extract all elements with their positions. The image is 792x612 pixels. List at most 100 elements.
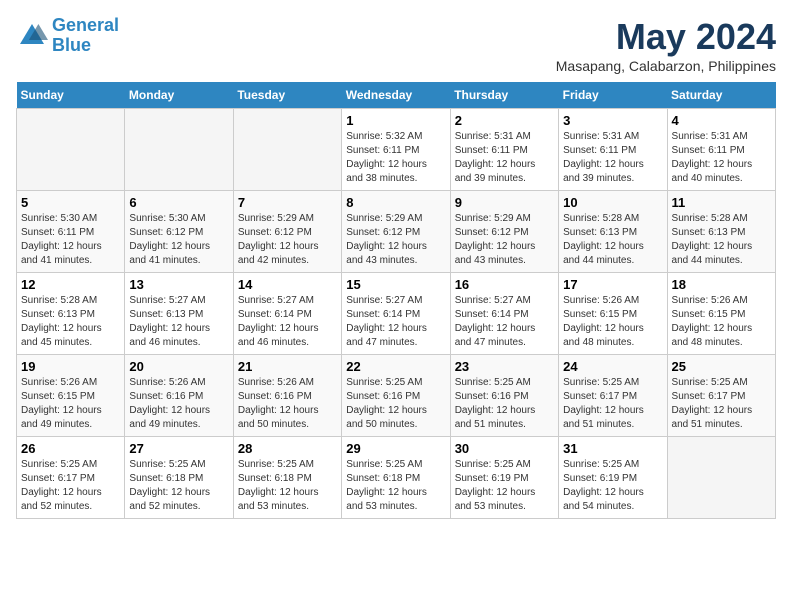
weekday-header: Tuesday xyxy=(233,82,341,109)
calendar-day-cell: 19Sunrise: 5:26 AMSunset: 6:15 PMDayligh… xyxy=(17,355,125,437)
day-info: Sunrise: 5:27 AMSunset: 6:14 PMDaylight:… xyxy=(455,294,554,350)
weekday-header-row: SundayMondayTuesdayWednesdayThursdayFrid… xyxy=(17,82,776,109)
day-number: 7 xyxy=(238,195,337,210)
day-info: Sunrise: 5:25 AMSunset: 6:17 PMDaylight:… xyxy=(672,376,771,432)
day-info: Sunrise: 5:25 AMSunset: 6:18 PMDaylight:… xyxy=(129,458,228,514)
day-info: Sunrise: 5:26 AMSunset: 6:15 PMDaylight:… xyxy=(672,294,771,350)
calendar-day-cell: 3 Sunrise: 5:31 AMSunset: 6:11 PMDaylight… xyxy=(559,109,667,191)
weekday-header: Thursday xyxy=(450,82,558,109)
calendar-day-cell: 22 Sunrise: 5:25 AMSunset: 6:16 PMDayligh… xyxy=(342,355,450,437)
calendar-day-cell: 18 Sunrise: 5:26 AMSunset: 6:15 PMDayligh… xyxy=(667,273,775,355)
calendar-day-cell: 29Sunrise: 5:25 AMSunset: 6:18 PMDayligh… xyxy=(342,437,450,519)
calendar-week-row: 12Sunrise: 5:28 AMSunset: 6:13 PMDayligh… xyxy=(17,273,776,355)
calendar-day-cell: 5 Sunrise: 5:30 AMSunset: 6:11 PMDaylight… xyxy=(17,191,125,273)
calendar-week-row: 1 Sunrise: 5:32 AMSunset: 6:11 PMDaylight… xyxy=(17,109,776,191)
weekday-header: Friday xyxy=(559,82,667,109)
day-number: 13 xyxy=(129,277,228,292)
day-info: Sunrise: 5:30 AMSunset: 6:12 PMDaylight:… xyxy=(129,212,228,268)
calendar-day-cell: 4 Sunrise: 5:31 AMSunset: 6:11 PMDaylight… xyxy=(667,109,775,191)
day-number: 11 xyxy=(672,195,771,210)
day-info: Sunrise: 5:25 AMSunset: 6:17 PMDaylight:… xyxy=(21,458,120,514)
day-number: 1 xyxy=(346,113,445,128)
title-area: May 2024 Masapang, Calabarzon, Philippin… xyxy=(556,16,776,74)
calendar-day-cell: 13 Sunrise: 5:27 AMSunset: 6:13 PMDayligh… xyxy=(125,273,233,355)
day-info: Sunrise: 5:28 AMSunset: 6:13 PMDaylight:… xyxy=(563,212,662,268)
calendar-day-cell: 25 Sunrise: 5:25 AMSunset: 6:17 PMDayligh… xyxy=(667,355,775,437)
calendar-day-cell: 23 Sunrise: 5:25 AMSunset: 6:16 PMDayligh… xyxy=(450,355,558,437)
day-number: 27 xyxy=(129,441,228,456)
day-number: 3 xyxy=(563,113,662,128)
day-number: 4 xyxy=(672,113,771,128)
day-number: 25 xyxy=(672,359,771,374)
location: Masapang, Calabarzon, Philippines xyxy=(556,58,776,74)
calendar-day-cell: 31 Sunrise: 5:25 AMSunset: 6:19 PMDayligh… xyxy=(559,437,667,519)
day-number: 14 xyxy=(238,277,337,292)
calendar-day-cell: 24 Sunrise: 5:25 AMSunset: 6:17 PMDayligh… xyxy=(559,355,667,437)
weekday-header: Monday xyxy=(125,82,233,109)
calendar-day-cell: 12Sunrise: 5:28 AMSunset: 6:13 PMDayligh… xyxy=(17,273,125,355)
logo-icon xyxy=(16,20,48,52)
calendar-day-cell: 30Sunrise: 5:25 AMSunset: 6:19 PMDayligh… xyxy=(450,437,558,519)
day-info: Sunrise: 5:27 AMSunset: 6:14 PMDaylight:… xyxy=(238,294,337,350)
calendar-day-cell xyxy=(667,437,775,519)
day-info: Sunrise: 5:27 AMSunset: 6:13 PMDaylight:… xyxy=(129,294,228,350)
day-number: 20 xyxy=(129,359,228,374)
day-number: 30 xyxy=(455,441,554,456)
day-number: 29 xyxy=(346,441,445,456)
day-info: Sunrise: 5:32 AMSunset: 6:11 PMDaylight:… xyxy=(346,130,445,186)
day-info: Sunrise: 5:25 AMSunset: 6:18 PMDaylight:… xyxy=(238,458,337,514)
day-info: Sunrise: 5:28 AMSunset: 6:13 PMDaylight:… xyxy=(672,212,771,268)
weekday-header: Saturday xyxy=(667,82,775,109)
day-info: Sunrise: 5:25 AMSunset: 6:16 PMDaylight:… xyxy=(346,376,445,432)
logo-text: General Blue xyxy=(52,16,119,56)
day-number: 23 xyxy=(455,359,554,374)
day-number: 5 xyxy=(21,195,120,210)
day-info: Sunrise: 5:25 AMSunset: 6:19 PMDaylight:… xyxy=(563,458,662,514)
calendar-day-cell: 10 Sunrise: 5:28 AMSunset: 6:13 PMDayligh… xyxy=(559,191,667,273)
day-info: Sunrise: 5:26 AMSunset: 6:16 PMDaylight:… xyxy=(238,376,337,432)
calendar-week-row: 5 Sunrise: 5:30 AMSunset: 6:11 PMDaylight… xyxy=(17,191,776,273)
page-header: General Blue May 2024 Masapang, Calabarz… xyxy=(16,16,776,74)
day-number: 12 xyxy=(21,277,120,292)
day-info: Sunrise: 5:29 AMSunset: 6:12 PMDaylight:… xyxy=(346,212,445,268)
calendar-day-cell: 15 Sunrise: 5:27 AMSunset: 6:14 PMDayligh… xyxy=(342,273,450,355)
calendar-day-cell: 17 Sunrise: 5:26 AMSunset: 6:15 PMDayligh… xyxy=(559,273,667,355)
day-number: 16 xyxy=(455,277,554,292)
day-info: Sunrise: 5:27 AMSunset: 6:14 PMDaylight:… xyxy=(346,294,445,350)
day-info: Sunrise: 5:25 AMSunset: 6:16 PMDaylight:… xyxy=(455,376,554,432)
calendar-day-cell: 9Sunrise: 5:29 AMSunset: 6:12 PMDaylight… xyxy=(450,191,558,273)
day-number: 17 xyxy=(563,277,662,292)
day-number: 24 xyxy=(563,359,662,374)
calendar-day-cell: 6 Sunrise: 5:30 AMSunset: 6:12 PMDaylight… xyxy=(125,191,233,273)
day-info: Sunrise: 5:26 AMSunset: 6:15 PMDaylight:… xyxy=(563,294,662,350)
day-number: 6 xyxy=(129,195,228,210)
day-number: 26 xyxy=(21,441,120,456)
calendar-day-cell xyxy=(125,109,233,191)
day-number: 10 xyxy=(563,195,662,210)
day-info: Sunrise: 5:31 AMSunset: 6:11 PMDaylight:… xyxy=(672,130,771,186)
day-info: Sunrise: 5:25 AMSunset: 6:17 PMDaylight:… xyxy=(563,376,662,432)
calendar-week-row: 19Sunrise: 5:26 AMSunset: 6:15 PMDayligh… xyxy=(17,355,776,437)
day-info: Sunrise: 5:26 AMSunset: 6:15 PMDaylight:… xyxy=(21,376,120,432)
day-number: 31 xyxy=(563,441,662,456)
calendar-day-cell: 2Sunrise: 5:31 AMSunset: 6:11 PMDaylight… xyxy=(450,109,558,191)
day-info: Sunrise: 5:30 AMSunset: 6:11 PMDaylight:… xyxy=(21,212,120,268)
calendar-day-cell: 26 Sunrise: 5:25 AMSunset: 6:17 PMDayligh… xyxy=(17,437,125,519)
calendar-day-cell: 7Sunrise: 5:29 AMSunset: 6:12 PMDaylight… xyxy=(233,191,341,273)
day-number: 15 xyxy=(346,277,445,292)
weekday-header: Sunday xyxy=(17,82,125,109)
day-number: 18 xyxy=(672,277,771,292)
logo: General Blue xyxy=(16,16,119,56)
calendar-day-cell: 14 Sunrise: 5:27 AMSunset: 6:14 PMDayligh… xyxy=(233,273,341,355)
calendar-day-cell: 20Sunrise: 5:26 AMSunset: 6:16 PMDayligh… xyxy=(125,355,233,437)
calendar-day-cell: 27 Sunrise: 5:25 AMSunset: 6:18 PMDayligh… xyxy=(125,437,233,519)
day-number: 2 xyxy=(455,113,554,128)
calendar-day-cell: 1 Sunrise: 5:32 AMSunset: 6:11 PMDaylight… xyxy=(342,109,450,191)
day-info: Sunrise: 5:31 AMSunset: 6:11 PMDaylight:… xyxy=(563,130,662,186)
calendar-day-cell xyxy=(17,109,125,191)
day-info: Sunrise: 5:29 AMSunset: 6:12 PMDaylight:… xyxy=(455,212,554,268)
day-number: 21 xyxy=(238,359,337,374)
day-number: 22 xyxy=(346,359,445,374)
weekday-header: Wednesday xyxy=(342,82,450,109)
calendar-day-cell: 11 Sunrise: 5:28 AMSunset: 6:13 PMDayligh… xyxy=(667,191,775,273)
